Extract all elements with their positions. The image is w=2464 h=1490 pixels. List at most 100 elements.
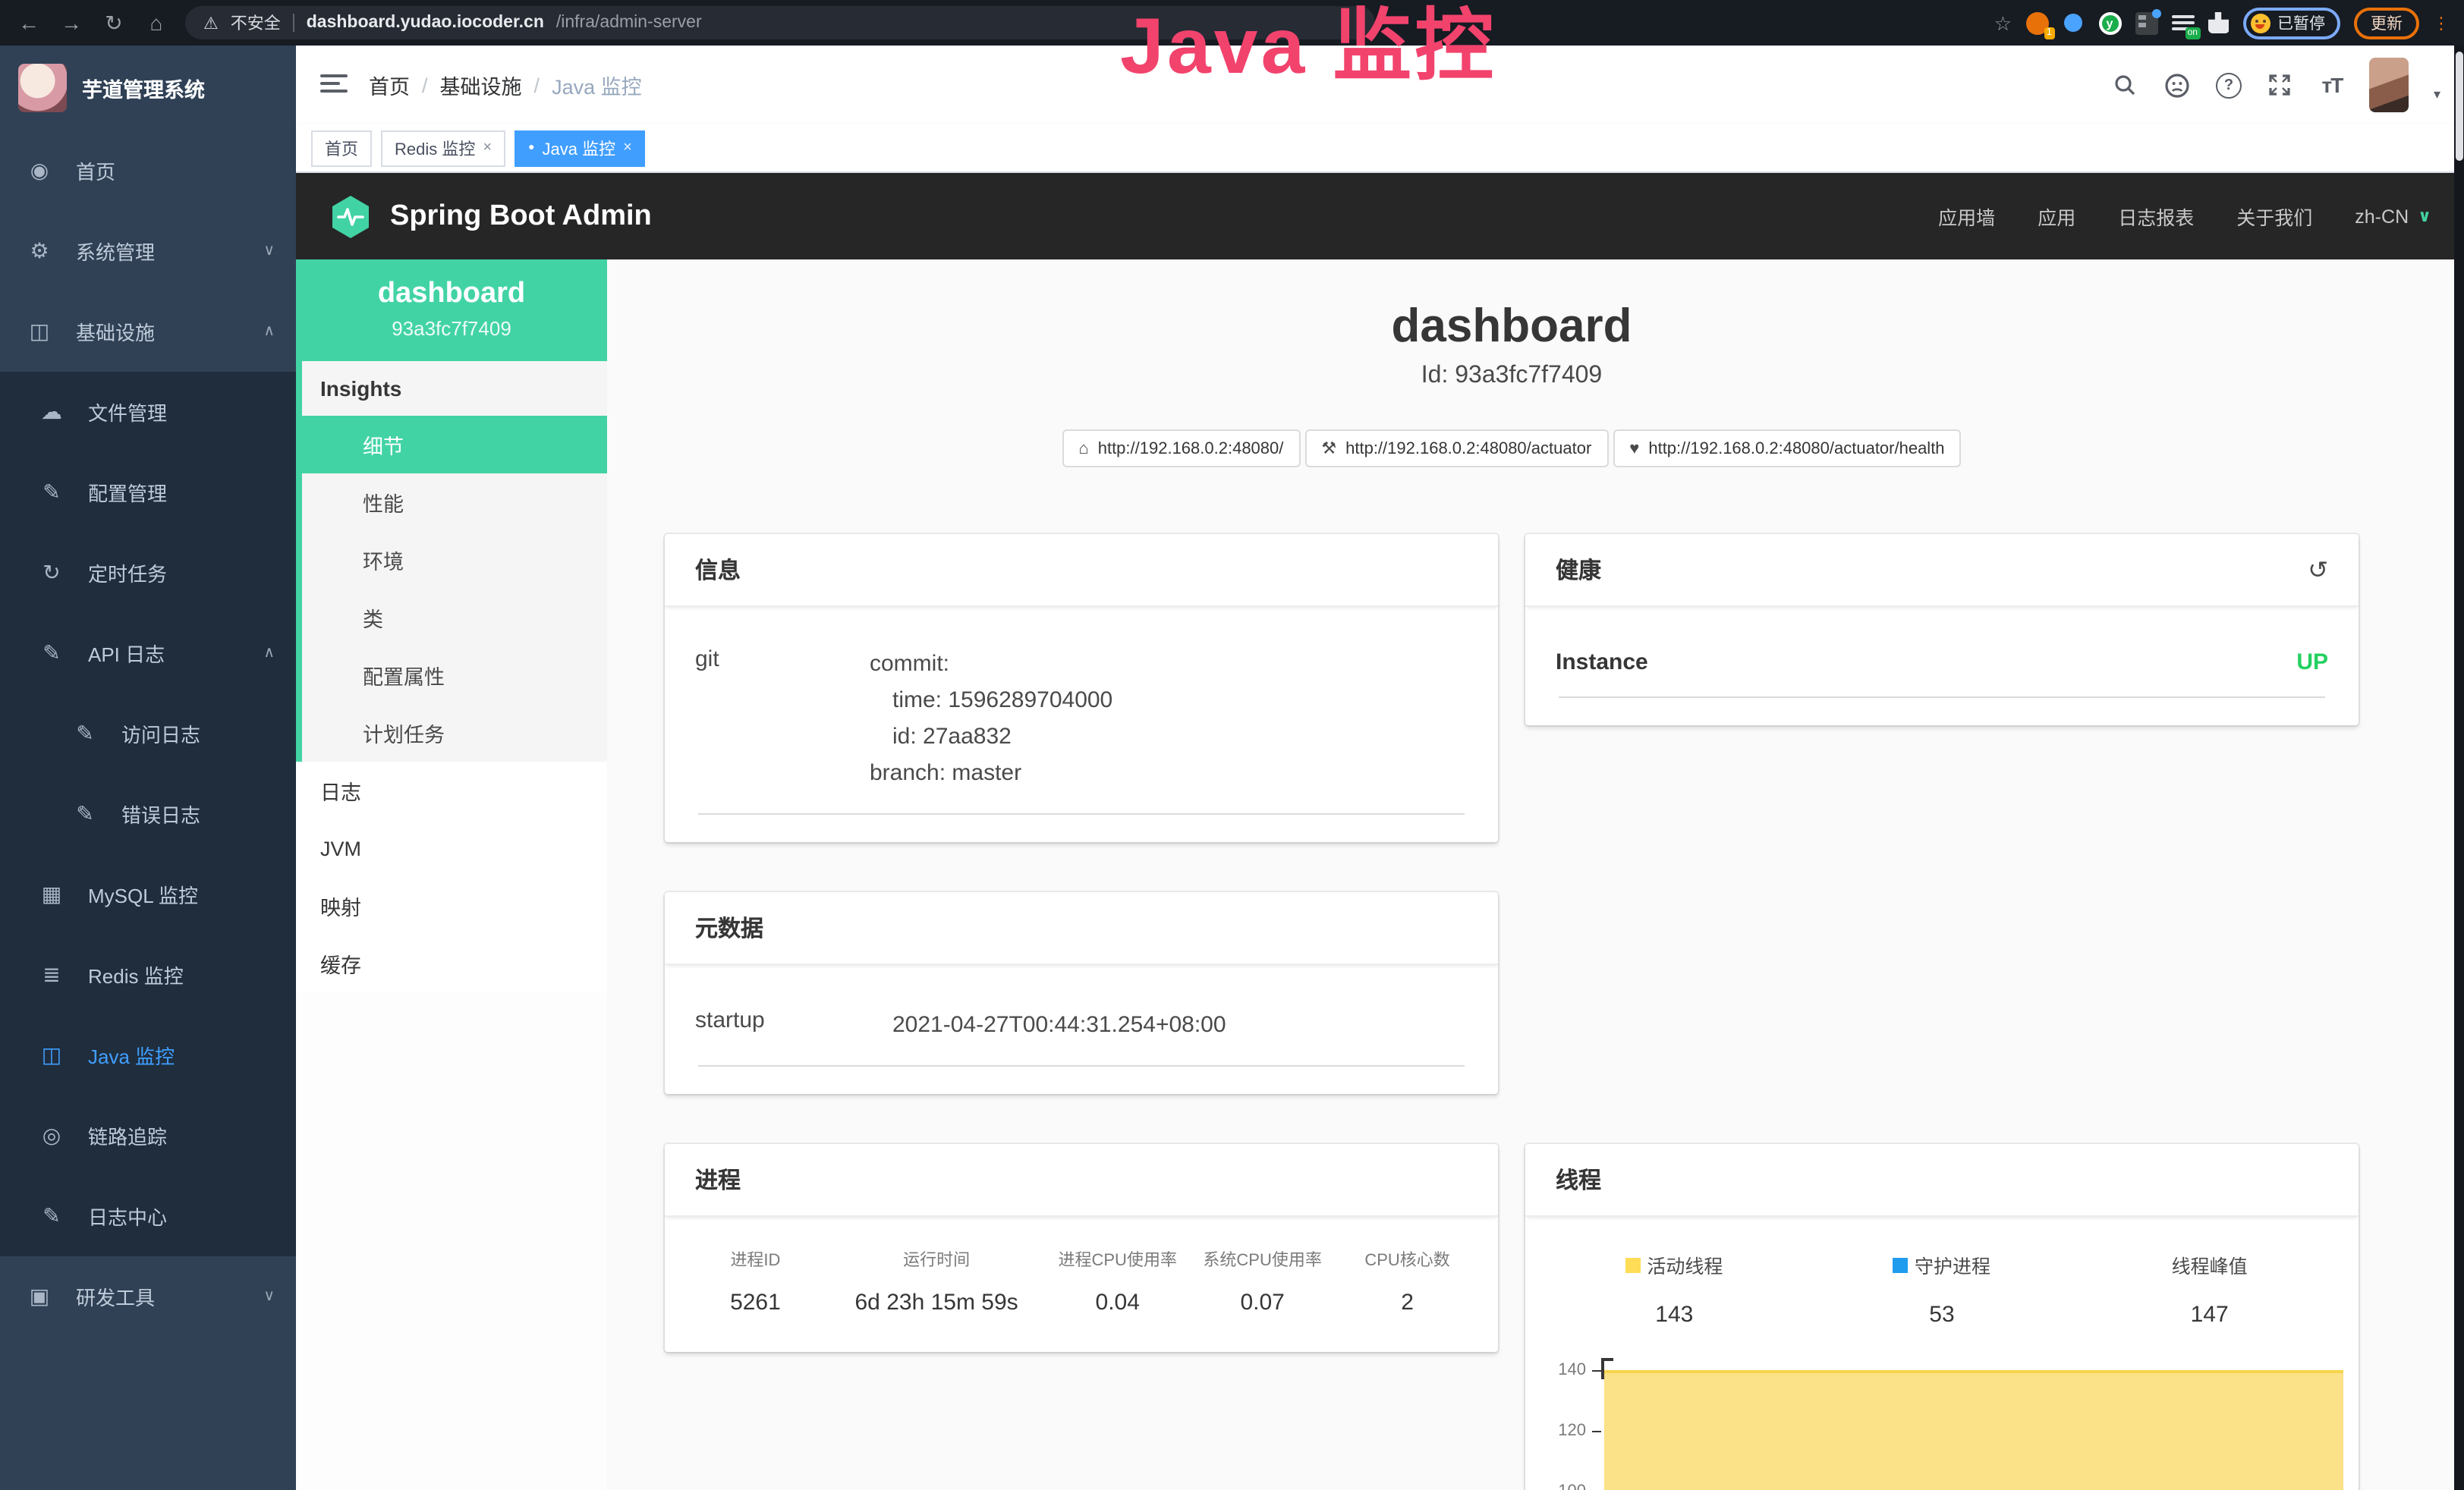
edit-icon: ✎ bbox=[67, 721, 103, 747]
sidebar-item-jobs[interactable]: ↻ 定时任务 bbox=[0, 533, 296, 613]
sidebar-item-config[interactable]: ✎ 配置管理 bbox=[0, 452, 296, 533]
sba-item-jvm[interactable]: JVM bbox=[296, 819, 607, 877]
breadcrumb-infra[interactable]: 基础设施 bbox=[440, 70, 522, 100]
sidebar-item-infra[interactable]: ◫ 基础设施 ∧ bbox=[0, 291, 296, 372]
paused-label: 已暂停 bbox=[2277, 11, 2325, 34]
sidebar-item-log-center[interactable]: ✎ 日志中心 bbox=[0, 1176, 296, 1256]
live-threads-value: 143 bbox=[1540, 1301, 1808, 1327]
sba-item-details[interactable]: 细节 bbox=[302, 416, 607, 473]
health-url-button[interactable]: ♥ http://192.168.0.2:48080/actuator/heal… bbox=[1613, 429, 1961, 467]
sba-item-caches[interactable]: 缓存 bbox=[296, 935, 607, 992]
health-card: 健康 ↺ Instance UP bbox=[1525, 534, 2359, 725]
sba-brand[interactable]: Spring Boot Admin bbox=[329, 193, 652, 239]
endpoint-buttons: ⌂ http://192.168.0.2:48080/ ⚒ http://192… bbox=[665, 429, 2359, 467]
sidebar-item-redis[interactable]: ≣ Redis 监控 bbox=[0, 935, 296, 1015]
sba-nav-applications[interactable]: 应用 bbox=[2038, 202, 2075, 231]
browser-home-icon[interactable]: ⌂ bbox=[143, 11, 170, 35]
app-logo-image bbox=[18, 64, 67, 112]
scrollbar-thumb[interactable] bbox=[2456, 52, 2463, 161]
browser-menu-kebab-icon[interactable]: ⋮ bbox=[2433, 13, 2450, 33]
actuator-url-button[interactable]: ⚒ http://192.168.0.2:48080/actuator bbox=[1304, 429, 1608, 467]
sba-item-classes[interactable]: 类 bbox=[302, 589, 607, 646]
tab-close-icon[interactable]: × bbox=[623, 140, 632, 156]
eye-icon: ◎ bbox=[33, 1123, 70, 1149]
breadcrumb: 首页 / 基础设施 / Java 监控 bbox=[369, 70, 642, 100]
insights-group: Insights 细节 性能 环境 类 配置属性 计划任务 bbox=[296, 361, 607, 762]
tab-close-icon[interactable]: × bbox=[483, 140, 492, 156]
sidebar-item-system[interactable]: ⚙ 系统管理 ∨ bbox=[0, 211, 296, 291]
sba-item-metrics[interactable]: 性能 bbox=[302, 473, 607, 531]
history-icon[interactable]: ↺ bbox=[2308, 555, 2328, 585]
sidebar-item-label: 系统管理 bbox=[76, 237, 155, 266]
sba-item-mappings[interactable]: 映射 bbox=[296, 877, 607, 935]
legend-label: 活动线程 bbox=[1647, 1250, 1723, 1279]
sba-item-config-props[interactable]: 配置属性 bbox=[302, 646, 607, 704]
insights-header[interactable]: Insights bbox=[302, 361, 607, 416]
extension-y-icon[interactable]: y bbox=[2098, 11, 2121, 34]
hamburger-icon[interactable] bbox=[320, 74, 348, 96]
health-url: http://192.168.0.2:48080/actuator/health bbox=[1648, 439, 1944, 457]
threads-area-chart: 140 120 100 bbox=[1537, 1355, 2346, 1490]
sba-nav-about[interactable]: 关于我们 bbox=[2236, 202, 2312, 231]
health-instance-label: Instance bbox=[1556, 649, 1648, 675]
sba-main-panel: dashboard Id: 93a3fc7f7409 ⌂ http://192.… bbox=[607, 259, 2464, 1490]
sidebar-item-api-logs[interactable]: ✎ API 日志 ∧ bbox=[0, 613, 296, 693]
extension-pin-icon[interactable] bbox=[2062, 11, 2085, 34]
sba-nav: 应用墙 应用 日志报表 关于我们 zh-CN ∨ bbox=[1938, 202, 2431, 231]
sidebar-item-home[interactable]: ◉ 首页 bbox=[0, 130, 296, 211]
user-avatar[interactable] bbox=[2370, 58, 2409, 112]
sba-item-environment[interactable]: 环境 bbox=[302, 531, 607, 589]
sidebar-item-dev-tools[interactable]: ▣ 研发工具 ∨ bbox=[0, 1256, 296, 1337]
search-icon[interactable] bbox=[2112, 71, 2139, 99]
sidebar-item-tracing[interactable]: ◎ 链路追踪 bbox=[0, 1095, 296, 1176]
peak-threads-value: 147 bbox=[2075, 1302, 2343, 1328]
github-icon[interactable] bbox=[2163, 71, 2191, 99]
browser-forward-icon[interactable]: → bbox=[58, 11, 85, 35]
paused-extension-pill[interactable]: 已暂停 bbox=[2242, 7, 2340, 39]
tab-home[interactable]: 首页 bbox=[311, 130, 372, 166]
sidebar-item-mysql[interactable]: ▦ MySQL 监控 bbox=[0, 854, 296, 935]
extensions-puzzle-icon[interactable] bbox=[2208, 12, 2229, 33]
sidebar-item-java-monitor[interactable]: ◫ Java 监控 bbox=[0, 1015, 296, 1095]
info-card: 信息 git commit: time: 1596289704000 id: 2… bbox=[665, 534, 1498, 842]
browser-update-button[interactable]: 更新 bbox=[2354, 7, 2419, 39]
extension-list-icon[interactable]: on bbox=[2171, 11, 2194, 34]
bookmark-star-icon[interactable]: ☆ bbox=[1994, 11, 2012, 34]
app-logo-row[interactable]: 芋道管理系统 bbox=[0, 46, 296, 130]
legend-label: 线程峰值 bbox=[2172, 1250, 2248, 1279]
tags-view-bar: 首页 Redis 监控 × ● Java 监控 × bbox=[296, 124, 2464, 173]
page-header: 首页 / 基础设施 / Java 监控 ? bbox=[296, 46, 2464, 124]
sidebar-item-error-log[interactable]: ✎ 错误日志 bbox=[0, 774, 296, 854]
browser-reload-icon[interactable]: ↻ bbox=[100, 10, 127, 36]
tab-java-monitor[interactable]: ● Java 监控 × bbox=[515, 130, 646, 166]
sba-nav-journal[interactable]: 日志报表 bbox=[2118, 202, 2194, 231]
sidebar-item-access-log[interactable]: ✎ 访问日志 bbox=[0, 693, 296, 774]
sidebar-item-label: 日志中心 bbox=[88, 1202, 167, 1231]
daemon-threads-swatch bbox=[1893, 1257, 1909, 1272]
service-url-button[interactable]: ⌂ http://192.168.0.2:48080/ bbox=[1062, 429, 1300, 467]
sba-item-logs[interactable]: 日志 bbox=[296, 762, 607, 819]
instance-header[interactable]: dashboard 93a3fc7f7409 bbox=[296, 259, 607, 361]
window-scrollbar[interactable] bbox=[2454, 46, 2464, 1490]
sba-language-select[interactable]: zh-CN ∨ bbox=[2355, 206, 2431, 227]
instance-name: dashboard bbox=[305, 278, 598, 311]
table-icon: ▦ bbox=[33, 882, 70, 907]
sidebar-item-label: 定时任务 bbox=[88, 558, 167, 587]
sidebar-item-files[interactable]: ☁ 文件管理 bbox=[0, 372, 296, 452]
sba-nav-wallboard[interactable]: 应用墙 bbox=[1938, 202, 1995, 231]
breadcrumb-home[interactable]: 首页 bbox=[369, 70, 410, 100]
metadata-card-title: 元数据 bbox=[665, 892, 1498, 965]
help-icon[interactable]: ? bbox=[2215, 71, 2242, 99]
monitor-icon: ◫ bbox=[33, 1042, 70, 1068]
font-size-icon[interactable]: тT bbox=[2318, 71, 2346, 99]
chevron-up-icon: ∧ bbox=[263, 323, 275, 340]
sba-instance-sidebar: dashboard 93a3fc7f7409 Insights 细节 性能 环境… bbox=[296, 259, 607, 1490]
browser-back-icon[interactable]: ← bbox=[15, 11, 42, 35]
tab-redis-monitor[interactable]: Redis 监控 × bbox=[381, 130, 505, 166]
sba-item-scheduled-tasks[interactable]: 计划任务 bbox=[302, 704, 607, 762]
extension-grid-icon[interactable] bbox=[2135, 11, 2157, 34]
address-bar[interactable]: ⚠ 不安全 dashboard.yudao.iocoder.cn/infra/a… bbox=[185, 6, 1375, 39]
avatar-caret-icon[interactable]: ▾ bbox=[2434, 86, 2440, 102]
fullscreen-icon[interactable] bbox=[2267, 71, 2294, 99]
extension-orange-icon[interactable]: 1 bbox=[2025, 11, 2048, 34]
